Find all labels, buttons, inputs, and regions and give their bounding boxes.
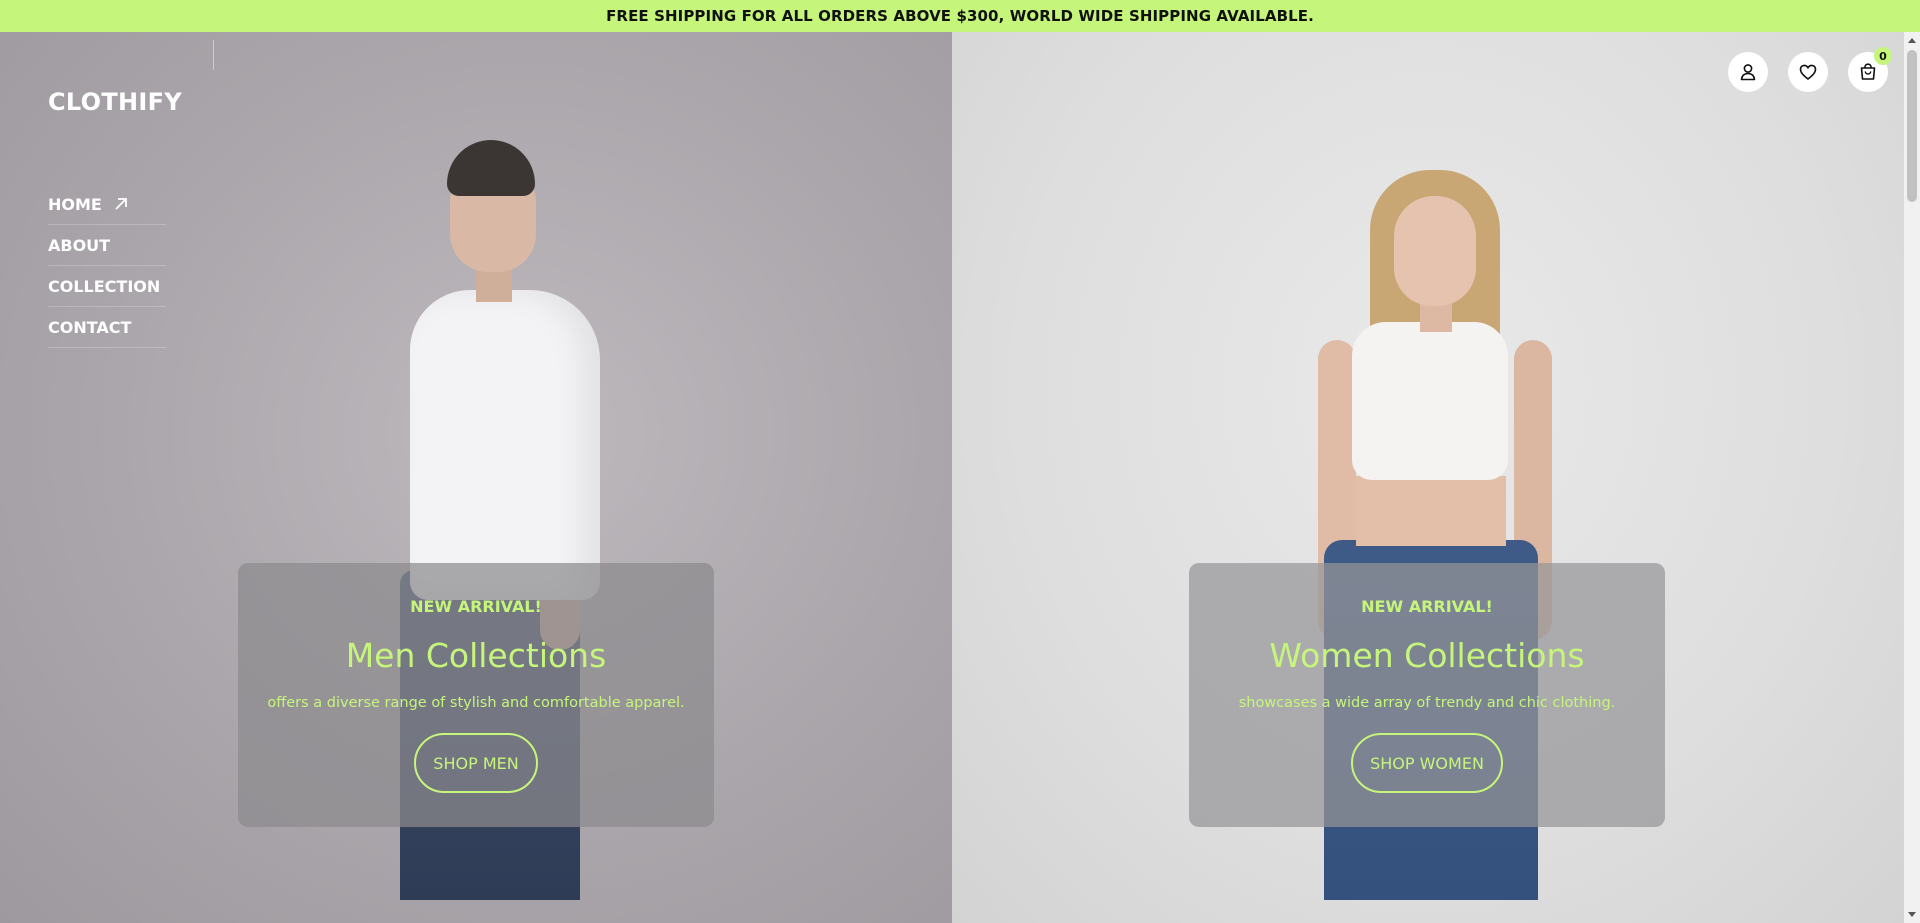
- shop-men-button[interactable]: SHOP MEN: [414, 733, 538, 793]
- women-collection-card: NEW ARRIVAL! Women Collections showcases…: [1189, 563, 1665, 827]
- nav-item-contact[interactable]: CONTACT: [48, 307, 166, 348]
- shop-women-button[interactable]: SHOP WOMEN: [1351, 733, 1503, 793]
- women-eyebrow: NEW ARRIVAL!: [1361, 597, 1493, 616]
- user-icon: [1740, 64, 1756, 81]
- arrow-up-right-icon: [114, 197, 128, 211]
- header-divider: [213, 40, 214, 70]
- account-button[interactable]: [1728, 52, 1768, 92]
- nav-item-label: ABOUT: [48, 235, 111, 255]
- announcement-text: FREE SHIPPING FOR ALL ORDERS ABOVE $300,…: [606, 7, 1314, 25]
- nav-item-collection[interactable]: COLLECTION: [48, 266, 166, 307]
- wishlist-button[interactable]: [1788, 52, 1828, 92]
- brand-logo[interactable]: CLOTHIFY: [48, 88, 182, 116]
- nav-item-label: COLLECTION: [48, 276, 161, 296]
- announcement-bar: FREE SHIPPING FOR ALL ORDERS ABOVE $300,…: [0, 0, 1920, 32]
- women-collection-title: Women Collections: [1269, 636, 1585, 675]
- women-model-top: [1352, 322, 1508, 480]
- women-model-head: [1394, 196, 1476, 306]
- scroll-up-arrow-icon[interactable]: [1908, 38, 1916, 43]
- nav-item-about[interactable]: ABOUT: [48, 225, 166, 266]
- scroll-down-arrow-icon[interactable]: [1908, 912, 1916, 917]
- page-scrollbar[interactable]: [1904, 32, 1920, 923]
- men-collection-card: NEW ARRIVAL! Men Collections offers a di…: [238, 563, 714, 827]
- scrollbar-thumb[interactable]: [1907, 50, 1917, 202]
- men-collection-description: offers a diverse range of stylish and co…: [267, 695, 685, 711]
- main-nav: HOME ABOUT COLLECTION CONTACT: [48, 184, 166, 348]
- nav-item-label: HOME: [48, 194, 102, 214]
- header-actions: 0: [1728, 47, 1892, 92]
- nav-item-home[interactable]: HOME: [48, 184, 166, 225]
- shopping-bag-icon: [1860, 63, 1876, 80]
- men-eyebrow: NEW ARRIVAL!: [410, 597, 542, 616]
- cart-button[interactable]: 0: [1848, 47, 1892, 92]
- nav-item-label: CONTACT: [48, 317, 132, 337]
- heart-icon: [1799, 64, 1817, 81]
- cart-count-badge: 0: [1874, 47, 1892, 65]
- men-collection-title: Men Collections: [345, 636, 607, 675]
- women-model-torso: [1356, 476, 1506, 546]
- men-model-shirt: [410, 290, 600, 600]
- women-collection-description: showcases a wide array of trendy and chi…: [1238, 695, 1616, 711]
